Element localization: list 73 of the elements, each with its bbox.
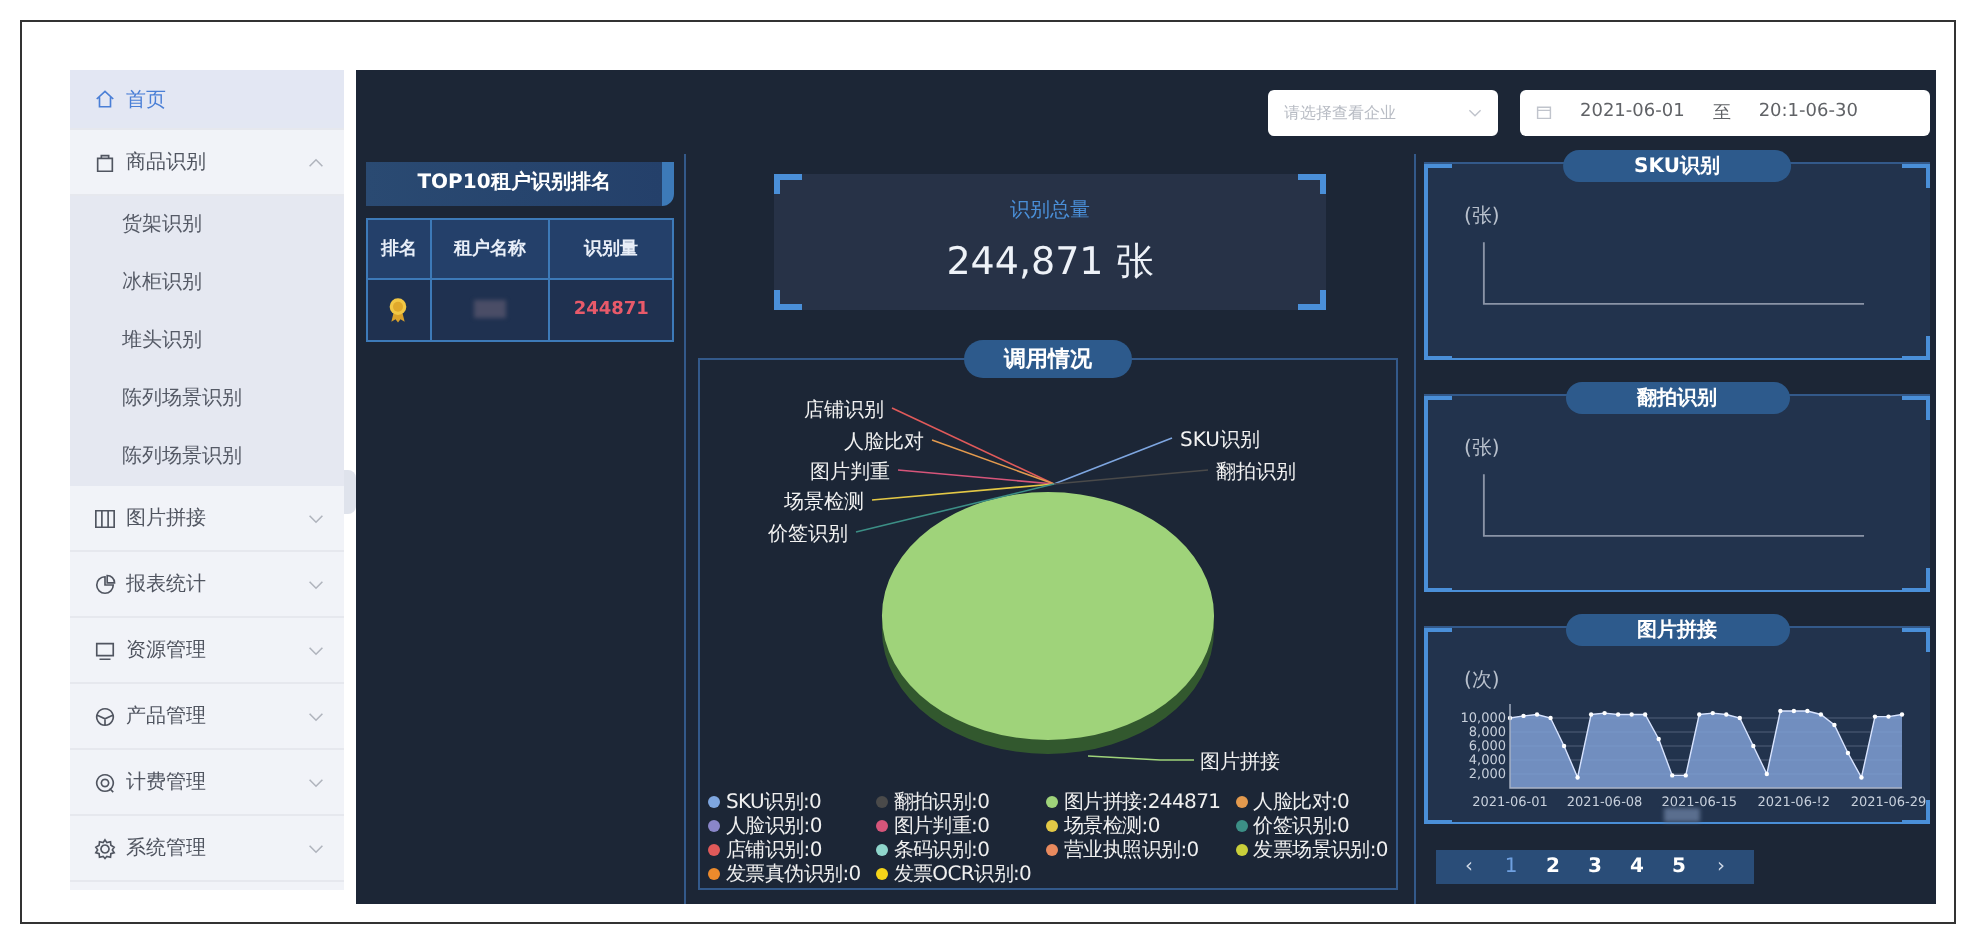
- legend-item[interactable]: 翻拍识别:0: [875, 790, 1032, 814]
- legend-item[interactable]: 店铺识别:0: [708, 838, 861, 862]
- legend-item[interactable]: 人脸识别:0: [708, 814, 861, 838]
- medal-icon: [388, 296, 409, 324]
- slice-label: 人脸比对: [844, 432, 924, 454]
- sidebar-item[interactable]: 图片拼接: [70, 486, 344, 552]
- sidebar-item[interactable]: 产品管理: [70, 684, 344, 750]
- column-header: 排名: [367, 219, 431, 279]
- columns-icon: [94, 507, 116, 529]
- card-title: 图片拼接: [1565, 614, 1789, 646]
- table-cell: 244871: [549, 279, 673, 341]
- legend-item[interactable]: 发票场景识别:0: [1235, 838, 1388, 862]
- sidebar-item[interactable]: 资源管理: [70, 618, 344, 684]
- legend-item[interactable]: 发票真伪识别:0: [708, 862, 861, 886]
- previous-page-button[interactable]: ‹: [1448, 856, 1490, 878]
- slice-label: 图片拼接: [1200, 752, 1280, 774]
- chevron-icon: [308, 843, 324, 853]
- card-title: SKU识别: [1562, 150, 1792, 182]
- page-button[interactable]: 5: [1658, 856, 1700, 878]
- legend-item[interactable]: 图片判重:0: [875, 814, 1032, 838]
- pie-chart-icon: [94, 573, 116, 595]
- legend-item[interactable]: SKU识别:0: [708, 790, 861, 814]
- next-page-button[interactable]: ›: [1700, 856, 1742, 878]
- panel-title: 调用情况: [964, 340, 1132, 378]
- slice-label: 图片判重: [810, 462, 890, 484]
- chevron-icon: [308, 711, 324, 721]
- slice-label: 价签识别: [768, 524, 848, 546]
- sidebar-item[interactable]: 系统管理: [70, 816, 344, 882]
- unit-label: (张): [1464, 435, 1500, 462]
- chevron-icon: [1468, 107, 1482, 117]
- card-title: 翻拍识别: [1565, 382, 1789, 414]
- unit-label: (次): [1464, 668, 1500, 694]
- column-header: 租户名称: [430, 219, 550, 279]
- bag-icon: [94, 151, 116, 173]
- legend-item[interactable]: 营业执照识别:0: [1046, 838, 1221, 862]
- chevron-icon: [308, 579, 324, 589]
- chevron-icon: [308, 777, 324, 787]
- sidebar-item[interactable]: 计费管理: [70, 750, 344, 816]
- unit-label: (张): [1464, 203, 1500, 230]
- slice-label: SKU识别: [1180, 430, 1260, 452]
- legend-item[interactable]: 场景检测:0: [1046, 814, 1221, 838]
- sidebar-subitem[interactable]: 冰柜识别: [70, 254, 344, 312]
- page-button[interactable]: 3: [1574, 856, 1616, 878]
- sidebar-subitem[interactable]: 货架识别: [70, 196, 344, 254]
- slice-label: 店铺识别: [804, 400, 884, 422]
- date-range-field[interactable]: 2021-06-01 至 20:1-06-30: [1520, 89, 1930, 135]
- collapse-handle[interactable]: [344, 470, 356, 514]
- legend-item[interactable]: 发票OCR识别:0: [875, 862, 1032, 886]
- sidebar-item[interactable]: 报表统计: [70, 552, 344, 618]
- slice-label: 场景检测: [784, 492, 864, 514]
- legend-item[interactable]: 价签识别:0: [1235, 814, 1388, 838]
- sidebar-subitem[interactable]: 堆头识别: [70, 312, 344, 370]
- sidebar-subitem[interactable]: 陈列场景识别: [70, 370, 344, 428]
- home-icon: [94, 88, 116, 110]
- column-header: 识别量: [549, 219, 673, 279]
- chevron-icon: [308, 513, 324, 523]
- legend-item[interactable]: 图片拼接:244871: [1046, 790, 1221, 814]
- page-button[interactable]: 4: [1616, 856, 1658, 878]
- legend-item[interactable]: 条码识别:0: [875, 838, 1032, 862]
- blurred-mark: [1664, 808, 1700, 822]
- calendar-icon: [1536, 104, 1552, 120]
- page-button[interactable]: 2: [1532, 856, 1574, 878]
- settings-icon: [94, 837, 116, 859]
- slice-label: 翻拍识别: [1216, 462, 1296, 484]
- total-value: 244,871 张: [946, 238, 1154, 288]
- blurred-name: [474, 300, 507, 319]
- chevron-icon: [308, 157, 324, 167]
- panel-title: TOP10租户识别排名: [366, 162, 674, 206]
- sidebar-subitem[interactable]: 陈列场景识别: [70, 428, 344, 486]
- legend-item[interactable]: 人脸比对:0: [1235, 790, 1388, 814]
- chevron-icon: [308, 645, 324, 655]
- total-label: 识别总量: [1010, 197, 1090, 224]
- monitor-icon: [94, 639, 116, 661]
